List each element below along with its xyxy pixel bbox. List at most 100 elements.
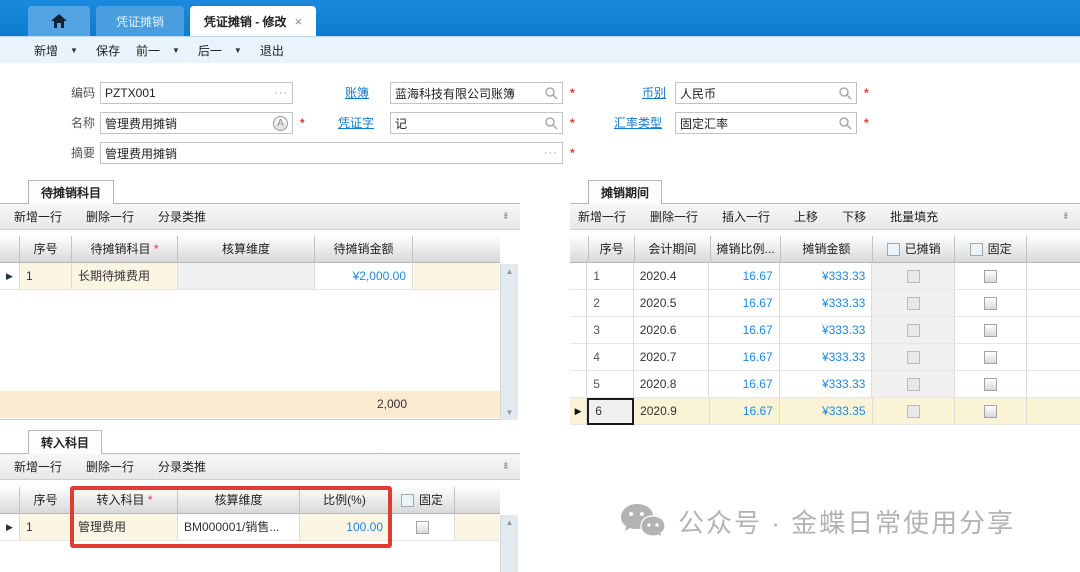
tab-voucher-amortization[interactable]: 凭证摊销 — [96, 6, 184, 36]
chevron-down-icon[interactable]: ▼ — [234, 46, 242, 55]
table-row[interactable]: ▶ 1 长期待摊费用 ¥2,000.00 — [0, 263, 500, 290]
ratio-cell[interactable]: 16.67 — [709, 290, 779, 317]
table-row[interactable]: 3 2020.6 16.67 ¥333.33 — [570, 317, 1080, 344]
dimension-cell[interactable] — [178, 263, 315, 290]
move-down-button[interactable]: 下移 — [838, 208, 870, 225]
col-ratio[interactable]: 比例(%) — [300, 487, 390, 514]
period-cell[interactable]: 2020.7 — [634, 344, 710, 371]
rate-type-link[interactable]: 汇率类型 — [614, 112, 662, 134]
currency-link[interactable]: 币别 — [642, 82, 666, 104]
seq-cell[interactable]: 6 — [587, 398, 634, 425]
scroll-up-icon[interactable]: ▲ — [506, 267, 514, 276]
scroll-up-icon[interactable]: ▲ — [506, 518, 514, 527]
amount-cell[interactable]: ¥333.33 — [780, 317, 873, 344]
add-row-button[interactable]: 新增一行 — [10, 458, 66, 475]
new-button[interactable]: 新增 — [30, 42, 62, 59]
header-checkbox-fixed[interactable] — [401, 494, 414, 507]
name-field[interactable]: 管理费用摊销 A — [100, 112, 293, 134]
col-pending-subject[interactable]: 待摊销科目 * — [72, 236, 178, 263]
delete-row-button[interactable]: 删除一行 — [646, 208, 702, 225]
book-field[interactable]: 蓝海科技有限公司账簿 — [390, 82, 563, 104]
amount-cell[interactable]: ¥333.33 — [780, 344, 873, 371]
checkbox-fixed[interactable] — [984, 297, 997, 310]
vertical-scrollbar[interactable]: ▲ ▼ — [500, 264, 518, 420]
add-row-button[interactable]: 新增一行 — [574, 208, 630, 225]
add-row-button[interactable]: 新增一行 — [10, 208, 66, 225]
amount-cell[interactable]: ¥333.33 — [780, 371, 873, 398]
checkbox-fixed[interactable] — [984, 324, 997, 337]
amount-cell[interactable]: ¥333.33 — [780, 290, 873, 317]
col-amortized[interactable]: 已摊销 — [873, 236, 955, 263]
col-dimension[interactable]: 核算维度 — [178, 236, 315, 263]
chevron-down-icon[interactable]: ▼ — [172, 46, 180, 55]
tab-transfer-subjects[interactable]: 转入科目 — [28, 430, 102, 454]
ratio-cell[interactable]: 16.67 — [710, 398, 780, 425]
search-icon[interactable] — [838, 86, 852, 100]
save-button[interactable]: 保存 — [92, 42, 124, 59]
checkbox-amortized[interactable] — [907, 351, 920, 364]
header-checkbox-fixed[interactable] — [970, 243, 983, 256]
search-icon[interactable] — [544, 86, 558, 100]
tab-home[interactable] — [28, 6, 90, 36]
col-seq[interactable]: 序号 — [20, 487, 72, 514]
table-row[interactable]: 5 2020.8 16.67 ¥333.33 — [570, 371, 1080, 398]
currency-field[interactable]: 人民币 — [675, 82, 857, 104]
ratio-cell[interactable]: 16.67 — [709, 344, 779, 371]
more-icon[interactable]: ··· — [274, 87, 288, 99]
checkbox-fixed[interactable] — [984, 378, 997, 391]
col-fixed[interactable]: 固定 — [955, 236, 1027, 263]
amount-cell[interactable]: ¥333.35 — [780, 398, 873, 425]
batch-fill-button[interactable]: 批量填充 — [886, 208, 942, 225]
multilanguage-icon[interactable]: A — [273, 116, 288, 131]
checkbox-fixed[interactable] — [984, 405, 997, 418]
seq-cell[interactable]: 1 — [20, 514, 72, 541]
checkbox-fixed[interactable] — [984, 270, 997, 283]
search-icon[interactable] — [544, 116, 558, 130]
period-cell[interactable]: 2020.5 — [634, 290, 710, 317]
amount-cell[interactable]: ¥2,000.00 — [315, 263, 413, 290]
col-transfer-subject[interactable]: 转入科目 * — [72, 487, 178, 514]
grid-expand-icon[interactable]: ⇟ — [502, 461, 510, 472]
ratio-cell[interactable]: 16.67 — [709, 263, 779, 290]
more-icon[interactable]: ··· — [544, 147, 558, 159]
seq-cell[interactable]: 5 — [587, 371, 633, 398]
checkbox-amortized[interactable] — [907, 270, 920, 283]
entry-analogy-button[interactable]: 分录类推 — [154, 458, 210, 475]
col-pending-amount[interactable]: 待摊销金额 — [315, 236, 413, 263]
dimension-cell[interactable]: BM000001/销售... — [178, 514, 300, 541]
insert-row-button[interactable]: 插入一行 — [718, 208, 774, 225]
header-checkbox-amortized[interactable] — [887, 243, 900, 256]
seq-cell[interactable]: 1 — [587, 263, 633, 290]
tab-pending-subjects[interactable]: 待摊销科目 — [28, 180, 114, 204]
checkbox-amortized[interactable] — [907, 405, 920, 418]
col-amount[interactable]: 摊销金额 — [781, 236, 873, 263]
col-ratio[interactable]: 摊销比例... — [711, 236, 781, 263]
move-up-button[interactable]: 上移 — [790, 208, 822, 225]
exit-button[interactable]: 退出 — [256, 42, 288, 59]
checkbox-amortized[interactable] — [907, 297, 920, 310]
checkbox-amortized[interactable] — [907, 378, 920, 391]
col-period[interactable]: 会计期间 — [635, 236, 710, 263]
table-row[interactable]: 4 2020.7 16.67 ¥333.33 — [570, 344, 1080, 371]
checkbox-amortized[interactable] — [907, 324, 920, 337]
voucher-word-field[interactable]: 记 — [390, 112, 563, 134]
ratio-cell[interactable]: 100.00 — [300, 514, 390, 541]
entry-analogy-button[interactable]: 分录类推 — [154, 208, 210, 225]
search-icon[interactable] — [838, 116, 852, 130]
rate-type-field[interactable]: 固定汇率 — [675, 112, 857, 134]
seq-cell[interactable]: 4 — [587, 344, 633, 371]
period-cell[interactable]: 2020.4 — [634, 263, 710, 290]
book-link[interactable]: 账簿 — [345, 82, 369, 104]
delete-row-button[interactable]: 删除一行 — [82, 208, 138, 225]
delete-row-button[interactable]: 删除一行 — [82, 458, 138, 475]
seq-cell[interactable]: 3 — [587, 317, 633, 344]
table-row-selected[interactable]: ▶ 6 2020.9 16.67 ¥333.35 — [570, 398, 1080, 425]
checkbox-fixed[interactable] — [416, 521, 429, 534]
seq-cell[interactable]: 2 — [587, 290, 633, 317]
subject-cell[interactable]: 长期待摊费用 — [72, 263, 178, 290]
vertical-scrollbar[interactable]: ▲ — [500, 515, 518, 572]
code-field[interactable]: PZTX001 ··· — [100, 82, 293, 104]
col-fixed[interactable]: 固定 — [390, 487, 455, 514]
tab-voucher-amortization-edit[interactable]: 凭证摊销 - 修改 × — [190, 6, 316, 36]
col-seq[interactable]: 序号 — [20, 236, 72, 263]
